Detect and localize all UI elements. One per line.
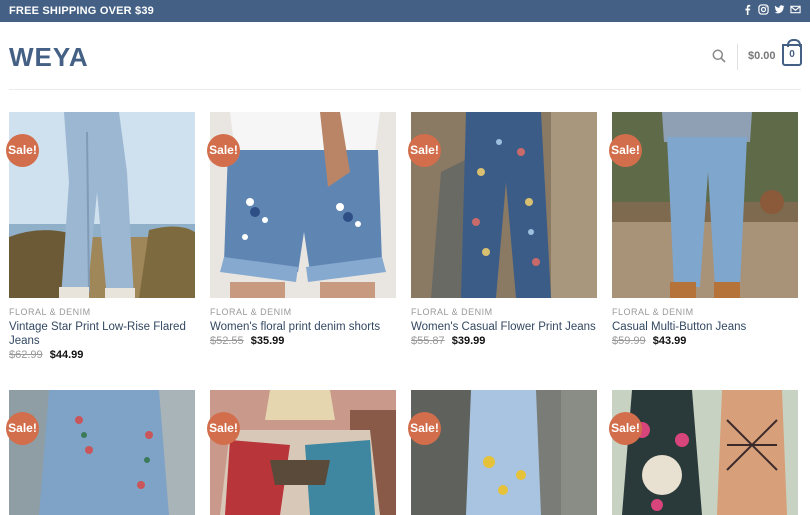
product-image[interactable] — [210, 112, 396, 298]
product-category[interactable]: FLORAL & DENIM — [612, 307, 694, 317]
old-price: $55.87 — [411, 335, 445, 347]
old-price: $62.99 — [9, 349, 43, 361]
product-category[interactable]: FLORAL & DENIM — [411, 307, 493, 317]
site-header: WEYA $0.00 0 — [0, 22, 810, 90]
search-icon[interactable] — [712, 49, 726, 63]
product-image[interactable] — [9, 390, 195, 515]
product-name[interactable]: Women's Casual Flower Print Jeans — [411, 320, 597, 334]
product-name[interactable]: Vintage Star Print Low-Rise Flared Jeans — [9, 320, 195, 348]
product-image[interactable] — [612, 112, 798, 298]
sale-badge: Sale! — [408, 412, 441, 445]
facebook-icon[interactable] — [742, 4, 753, 17]
shipping-banner: FREE SHIPPING OVER $39 — [9, 5, 154, 17]
product-name[interactable]: Casual Multi-Button Jeans — [612, 320, 798, 334]
product-price: $62.99 $44.99 — [9, 349, 83, 361]
sale-badge: Sale! — [408, 134, 441, 167]
top-bar: FREE SHIPPING OVER $39 — [0, 0, 810, 22]
product-image[interactable] — [411, 390, 597, 515]
sale-badge: Sale! — [207, 134, 240, 167]
sale-badge: Sale! — [609, 134, 642, 167]
twitter-icon[interactable] — [774, 4, 785, 17]
site-logo[interactable]: WEYA — [9, 42, 89, 73]
sale-badge: Sale! — [6, 412, 39, 445]
sale-price: $35.99 — [250, 335, 285, 347]
product-name[interactable]: Women's floral print denim shorts — [210, 320, 396, 334]
product-price: $52.55 $35.99 — [210, 335, 284, 347]
instagram-icon[interactable] — [758, 4, 769, 17]
product-price: $55.87 $39.99 — [411, 335, 485, 347]
product-category[interactable]: FLORAL & DENIM — [210, 307, 292, 317]
social-links — [742, 4, 801, 17]
sale-price: $43.99 — [652, 335, 687, 347]
old-price: $52.55 — [210, 335, 244, 347]
sale-badge: Sale! — [609, 412, 642, 445]
cart-icon[interactable]: 0 — [782, 39, 802, 66]
header-divider — [737, 44, 738, 70]
product-image[interactable] — [210, 390, 396, 515]
product-image[interactable] — [612, 390, 798, 515]
sale-price: $39.99 — [451, 335, 486, 347]
old-price: $59.99 — [612, 335, 646, 347]
sale-price: $44.99 — [49, 349, 84, 361]
mail-icon[interactable] — [790, 4, 801, 17]
product-image[interactable] — [9, 112, 195, 298]
product-price: $59.99 $43.99 — [612, 335, 686, 347]
cart-total[interactable]: $0.00 — [748, 50, 776, 62]
header-separator — [9, 89, 801, 90]
sale-badge: Sale! — [207, 412, 240, 445]
product-image[interactable] — [411, 112, 597, 298]
sale-badge: Sale! — [6, 134, 39, 167]
product-category[interactable]: FLORAL & DENIM — [9, 307, 91, 317]
